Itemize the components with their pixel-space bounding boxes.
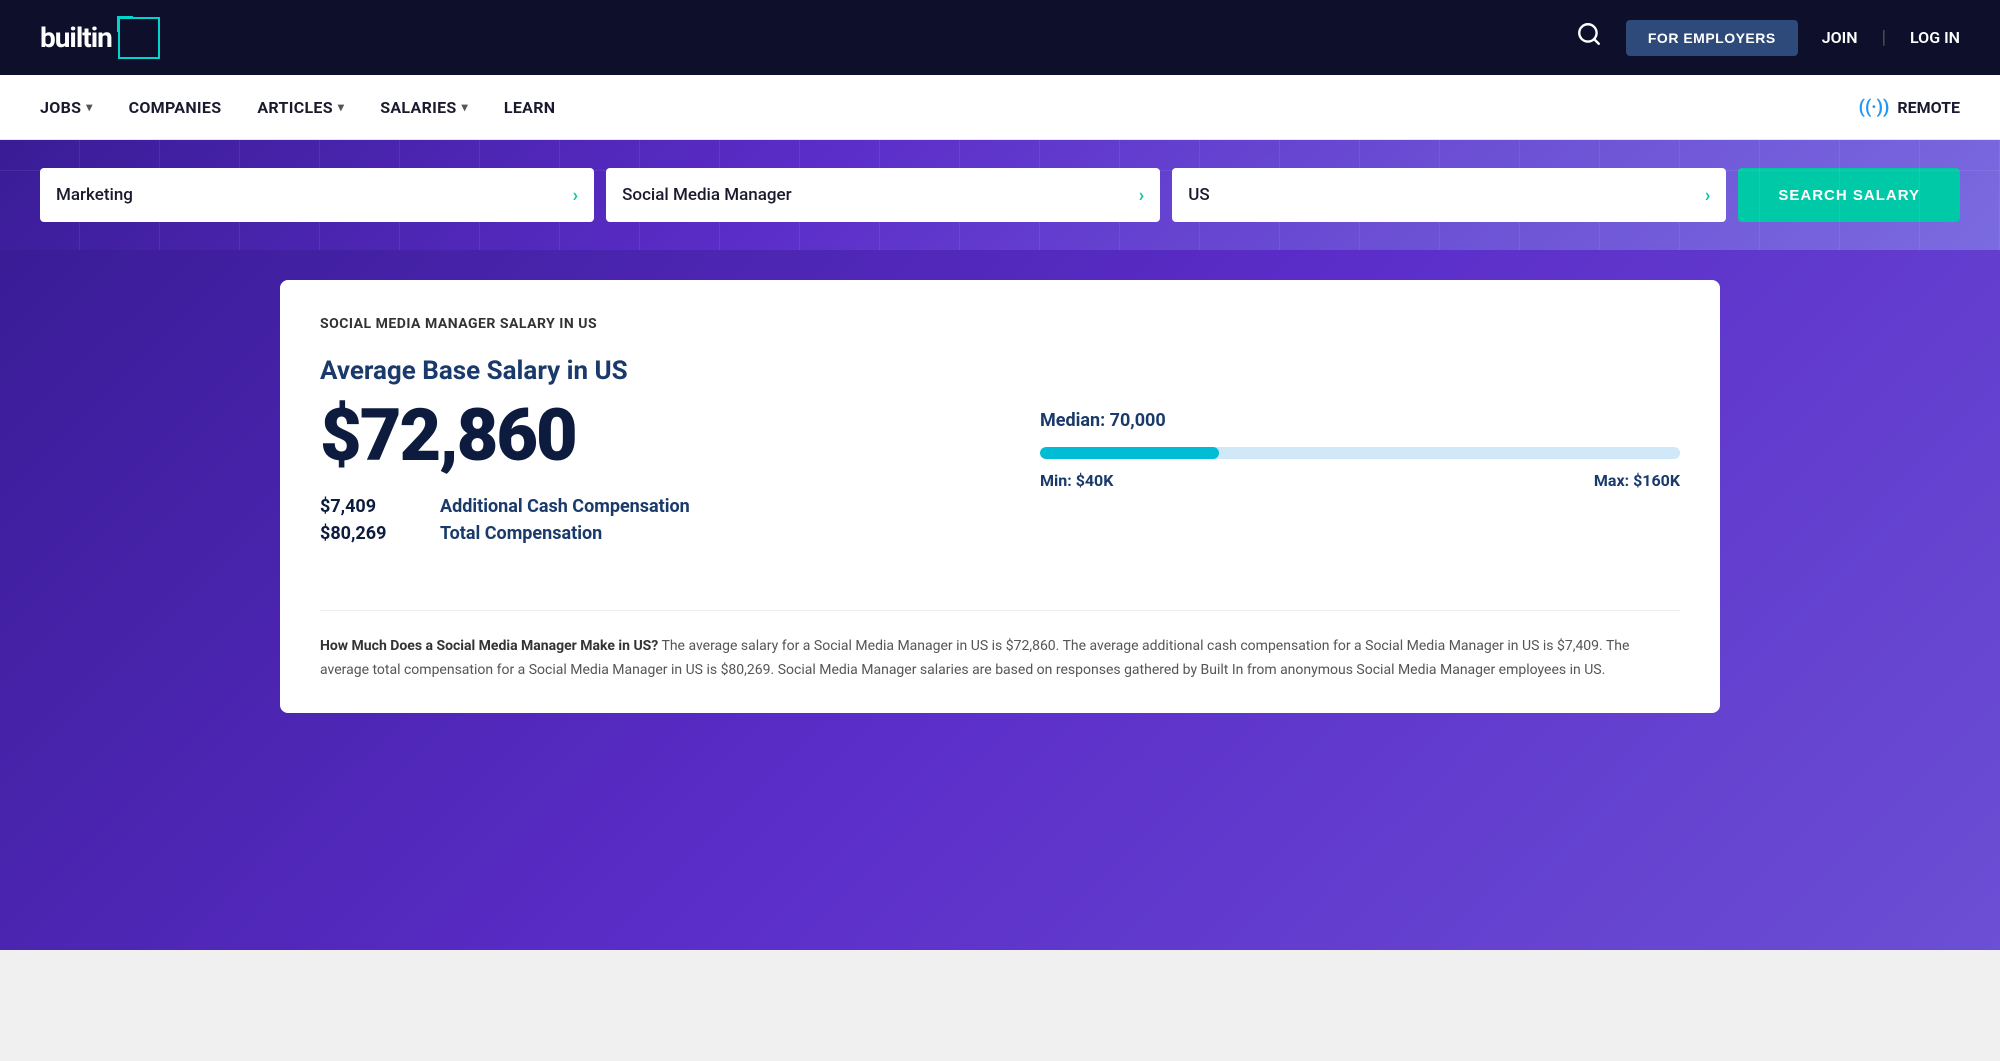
logo-bracket-icon <box>118 17 160 59</box>
salary-min-label: Min: $40K <box>1040 471 1113 490</box>
location-input[interactable]: US › <box>1172 168 1726 222</box>
salary-main-row: $72,860 $7,409 Additional Cash Compensat… <box>320 400 1680 574</box>
salary-card: SOCIAL MEDIA MANAGER SALARY IN US Averag… <box>280 280 1720 713</box>
job-title-value: Social Media Manager <box>622 185 792 205</box>
category-value: Marketing <box>56 185 133 205</box>
salary-bar-container <box>1040 447 1680 459</box>
salaries-chevron-icon: ▾ <box>462 100 468 114</box>
articles-chevron-icon: ▾ <box>338 100 344 114</box>
cash-amount: $7,409 <box>320 496 420 517</box>
remote-signal-icon: ((·)) <box>1859 97 1890 118</box>
search-area: Marketing › Social Media Manager › US › … <box>0 140 2000 250</box>
job-title-arrow-icon: › <box>1139 185 1144 206</box>
total-amount: $80,269 <box>320 523 420 544</box>
top-nav-right: FOR EMPLOYERS JOIN | LOG IN <box>1576 20 1960 56</box>
nav-item-salaries[interactable]: SALARIES ▾ <box>380 98 468 117</box>
total-label: Total Compensation <box>440 523 602 544</box>
total-compensation-row: $80,269 Total Compensation <box>320 523 960 544</box>
nav-divider: | <box>1882 27 1886 48</box>
nav-item-learn[interactable]: LEARN <box>504 98 555 117</box>
join-link[interactable]: JOIN <box>1822 28 1858 47</box>
nav-item-companies[interactable]: COMPANIES <box>129 98 222 117</box>
salary-max-label: Max: $160K <box>1594 471 1680 490</box>
location-value: US <box>1188 185 1209 205</box>
logo[interactable]: builtin <box>40 17 160 59</box>
description-question: How Much Does a Social Media Manager Mak… <box>320 638 658 654</box>
page-title: SOCIAL MEDIA MANAGER SALARY IN US <box>320 316 1680 332</box>
salary-left-column: $72,860 $7,409 Additional Cash Compensat… <box>320 400 960 574</box>
category-arrow-icon: › <box>573 185 578 206</box>
location-arrow-icon: › <box>1705 185 1710 206</box>
salary-bar-fill <box>1040 447 1219 459</box>
cash-label: Additional Cash Compensation <box>440 496 690 517</box>
for-employers-button[interactable]: FOR EMPLOYERS <box>1626 20 1798 56</box>
base-salary-amount: $72,860 <box>320 400 960 472</box>
logo-text: builtin <box>40 21 112 54</box>
salary-description: How Much Does a Social Media Manager Mak… <box>320 610 1680 683</box>
secondary-navigation: JOBS ▾ COMPANIES ARTICLES ▾ SALARIES ▾ L… <box>0 75 2000 140</box>
main-content: SOCIAL MEDIA MANAGER SALARY IN US Averag… <box>0 250 2000 950</box>
salary-right-column: Median: 70,000 Min: $40K Max: $160K <box>960 400 1680 490</box>
nav-item-articles[interactable]: ARTICLES ▾ <box>257 98 344 117</box>
cash-compensation-row: $7,409 Additional Cash Compensation <box>320 496 960 517</box>
remote-nav-item[interactable]: ((·)) REMOTE <box>1859 97 1960 118</box>
salary-details: $7,409 Additional Cash Compensation $80,… <box>320 496 960 544</box>
search-salary-button[interactable]: SEARCH SALARY <box>1738 168 1960 222</box>
salary-range-labels: Min: $40K Max: $160K <box>1040 471 1680 490</box>
search-icon[interactable] <box>1576 21 1602 54</box>
nav-item-jobs[interactable]: JOBS ▾ <box>40 98 93 117</box>
secondary-nav-items: JOBS ▾ COMPANIES ARTICLES ▾ SALARIES ▾ L… <box>40 98 555 117</box>
login-link[interactable]: LOG IN <box>1910 28 1960 47</box>
top-navigation: builtin FOR EMPLOYERS JOIN | LOG IN <box>0 0 2000 75</box>
salary-bar-background <box>1040 447 1680 459</box>
average-salary-title: Average Base Salary in US <box>320 356 1680 386</box>
category-input[interactable]: Marketing › <box>40 168 594 222</box>
median-value: Median: 70,000 <box>1040 410 1680 431</box>
jobs-chevron-icon: ▾ <box>86 100 92 114</box>
job-title-input[interactable]: Social Media Manager › <box>606 168 1160 222</box>
